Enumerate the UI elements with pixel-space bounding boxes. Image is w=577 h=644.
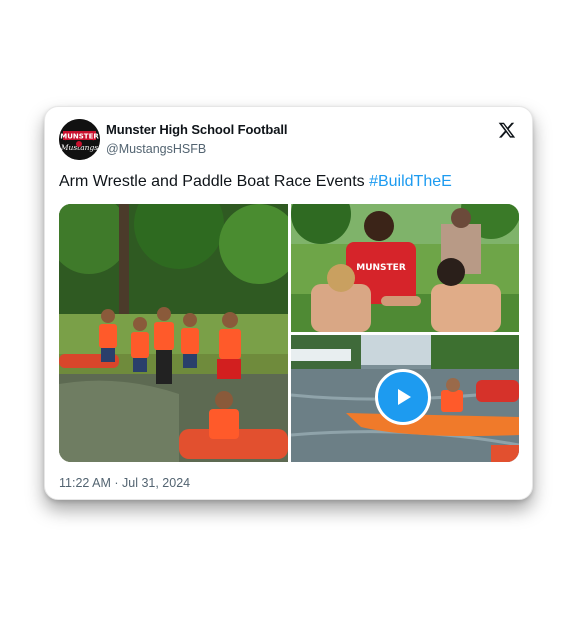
hashtag-link[interactable]: #BuildTheE	[369, 173, 452, 190]
x-logo-icon[interactable]	[498, 121, 516, 139]
tweet-text: Arm Wrestle and Paddle Boat Race Events …	[59, 173, 452, 191]
shirt-text: MUNSTER	[356, 263, 406, 273]
photo-arm-wrestle[interactable]: MUNSTER	[291, 204, 519, 332]
avatar[interactable]: MUNSTER Mustangs	[59, 119, 100, 160]
author-name[interactable]: Munster High School Football	[106, 122, 287, 137]
photo-kayak-shore[interactable]	[59, 204, 288, 462]
media-grid: MUNSTER	[59, 204, 519, 462]
tweet-card[interactable]: MUNSTER Mustangs Munster High School Foo…	[44, 106, 533, 500]
play-icon[interactable]	[375, 369, 431, 425]
tweet-timestamp[interactable]: 11:22 AM · Jul 31, 2024	[59, 476, 190, 490]
avatar-logo-top-text: MUNSTER	[60, 133, 99, 141]
tweet-body: Arm Wrestle and Paddle Boat Race Events	[59, 173, 370, 190]
author-handle[interactable]: @MustangsHSFB	[106, 142, 206, 156]
